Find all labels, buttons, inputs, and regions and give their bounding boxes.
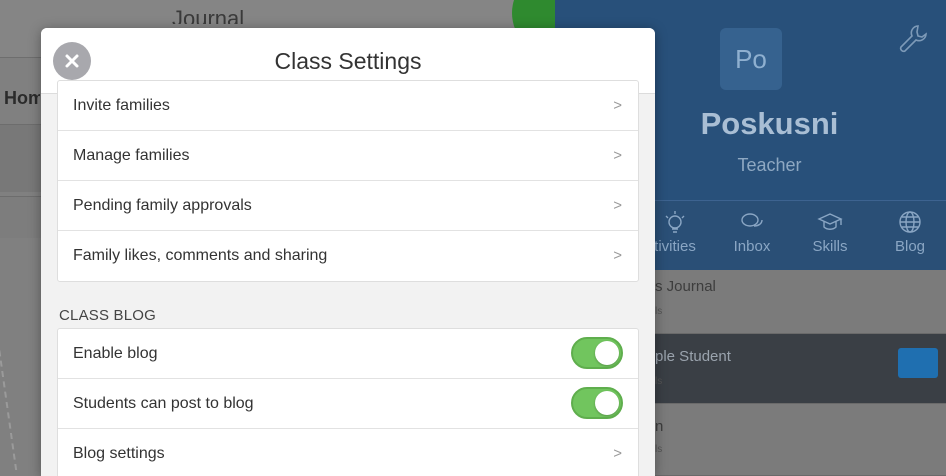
list-item-title: n [655,418,664,435]
toggle-knob [595,391,619,415]
list-item-title: s Journal [655,278,716,295]
list-item-title: ple Student [655,348,731,365]
blog-settings-item[interactable]: Blog settings > [58,429,638,476]
chevron-right-icon: > [613,97,622,114]
folder-icon [898,348,938,378]
class-blog-section-label: CLASS BLOG [59,307,157,324]
background-journal-title: Journal [172,8,245,24]
nav-label: Skills [812,238,848,255]
nav-label: tivities [654,238,696,255]
globe-icon [880,208,940,238]
pending-family-approvals-item[interactable]: Pending family approvals > [58,181,638,231]
row-label: Blog settings [73,445,165,462]
enable-blog-toggle[interactable] [571,337,623,369]
nav-blog: Blog [880,200,940,270]
row-label: Family likes, comments and sharing [73,247,328,264]
blog-settings-group: Enable blog Students can post to blog Bl… [57,328,639,476]
avatar: Po [720,28,782,90]
row-label: Invite families [73,96,170,114]
list-item-subtitle: ls [655,444,663,455]
family-likes-comments-sharing-item[interactable]: Family likes, comments and sharing > [58,231,638,281]
row-label: Students can post to blog [73,394,254,412]
row-label: Enable blog [73,344,158,362]
nav-inbox: Inbox [722,200,782,270]
wrench-icon [896,22,930,56]
nav-label: Blog [894,238,926,255]
family-settings-group: Invite families > Manage families > Pend… [57,80,639,282]
row-label: Manage families [73,146,190,164]
enable-blog-item: Enable blog [58,329,638,379]
class-settings-modal: Class Settings Invite families > Manage … [41,28,655,476]
background-home-label: Hom [4,88,40,108]
chevron-right-icon: > [613,247,622,264]
row-label: Pending family approvals [73,196,252,214]
nav-skills: Skills [800,200,860,270]
chevron-right-icon: > [613,197,622,214]
list-item-subtitle: ls [655,306,663,317]
toggle-knob [595,341,619,365]
students-can-post-toggle[interactable] [571,387,623,419]
manage-families-item[interactable]: Manage families > [58,131,638,181]
nav-label: Inbox [733,238,771,255]
chat-bubbles-icon [722,208,782,238]
chevron-right-icon: > [613,147,622,164]
list-item-subtitle: ls [655,376,663,387]
chevron-right-icon: > [613,445,622,462]
graduation-cap-icon [800,208,860,238]
invite-families-item[interactable]: Invite families > [58,81,638,131]
students-can-post-item: Students can post to blog [58,379,638,429]
modal-title: Class Settings [274,48,422,74]
